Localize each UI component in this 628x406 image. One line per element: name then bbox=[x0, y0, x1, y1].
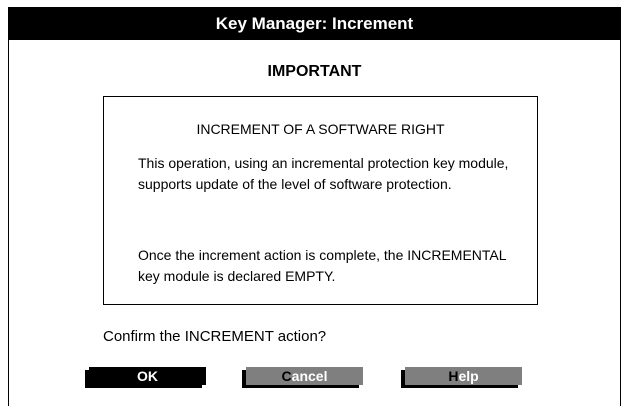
info-box: INCREMENT OF A SOFTWARE RIGHT This opera… bbox=[103, 96, 538, 305]
dialog-title: Key Manager: Increment bbox=[8, 7, 621, 40]
info-paragraph-1: This operation, using an incremental pro… bbox=[138, 155, 509, 192]
help-button-label: elp bbox=[458, 368, 479, 384]
info-paragraph-2: Once the increment action is complete, t… bbox=[138, 247, 507, 284]
dialog-border-left bbox=[8, 40, 9, 406]
help-mnemonic: H bbox=[448, 368, 459, 384]
help-button[interactable]: Help bbox=[401, 367, 522, 388]
dialog-border-right bbox=[620, 40, 621, 406]
cancel-mnemonic: C bbox=[281, 368, 292, 384]
important-heading: IMPORTANT bbox=[267, 63, 362, 80]
cancel-button[interactable]: Cancel bbox=[242, 367, 363, 388]
cancel-button-label: ancel bbox=[291, 368, 328, 384]
ok-button[interactable]: OK bbox=[85, 367, 206, 388]
confirm-question: Confirm the INCREMENT action? bbox=[103, 328, 327, 345]
info-title: INCREMENT OF A SOFTWARE RIGHT bbox=[196, 121, 445, 137]
key-manager-dialog: Key Manager: Increment IMPORTANT INCREME… bbox=[0, 0, 625, 406]
ok-button-label: OK bbox=[137, 368, 158, 384]
